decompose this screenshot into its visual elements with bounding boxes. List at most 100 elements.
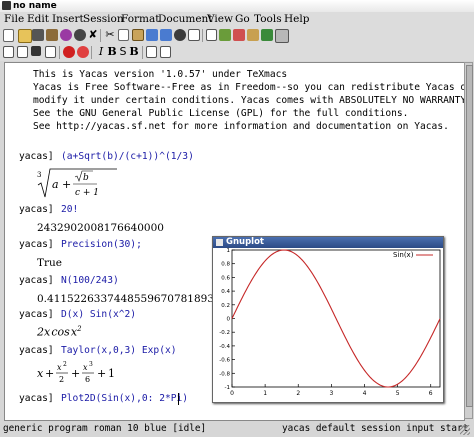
gnuplot-window-icon[interactable] [216, 239, 223, 246]
x-tick-label: 0 [230, 390, 234, 397]
session-input[interactable]: Precision(30); [61, 239, 142, 250]
preferences-icon[interactable] [60, 29, 72, 41]
svg-text:3: 3 [89, 361, 93, 368]
session-icon[interactable] [31, 46, 41, 56]
menu-file[interactable]: File [4, 13, 24, 26]
menu-session[interactable]: Session [83, 13, 124, 26]
toolbar-separator [91, 46, 92, 59]
toolbar-separator [202, 29, 203, 42]
session-input[interactable]: 20! [61, 204, 78, 215]
banner-line: Yacas is Free Software--Free as in Freed… [33, 82, 465, 93]
page-icon[interactable] [206, 29, 217, 41]
y-tick-label: 0.6 [221, 275, 230, 281]
blackboard-button[interactable]: B [128, 46, 140, 58]
banner-line: See http://yacas.sf.net for more informa… [33, 121, 449, 132]
menu-edit[interactable]: Edit [27, 13, 49, 26]
menu-document[interactable]: Document [158, 13, 213, 26]
y-tick-label: -0.2 [219, 330, 230, 336]
y-tick-label: 0.2 [221, 303, 230, 309]
y-tick-label: 0.4 [221, 289, 230, 295]
svg-text:a +: a + [52, 178, 71, 191]
paragraph-icon[interactable] [17, 46, 28, 58]
svg-text:x: x [83, 363, 88, 372]
y-tick-label: -0.4 [219, 344, 230, 350]
svg-text:1: 1 [108, 367, 115, 380]
radical-formula: 3 a + b c + 1 [37, 168, 117, 198]
palette-icon[interactable] [219, 29, 231, 41]
session-prompt: yacas] [19, 275, 54, 286]
session-prompt: yacas] [19, 309, 54, 320]
y-tick-label: -0.8 [219, 371, 230, 377]
session-prompt: yacas] [19, 151, 54, 162]
sine-plot: -1-0.8-0.6-0.4-0.200.20.40.60.81 0123456… [219, 248, 441, 397]
menu-insert[interactable]: Insert [52, 13, 84, 26]
svg-text:2: 2 [63, 361, 67, 368]
session-prompt: yacas] [19, 393, 54, 404]
session-prompt: yacas] [19, 204, 54, 215]
open-folder-icon[interactable] [18, 29, 32, 43]
list-icon[interactable] [45, 46, 56, 58]
save-icon[interactable] [32, 29, 44, 41]
resize-grip[interactable] [460, 425, 470, 435]
menu-go[interactable]: Go [235, 13, 250, 26]
app-icon[interactable] [2, 1, 11, 10]
session-input[interactable]: (a+Sqrt(b)/(c+1))^(1/3) [61, 151, 194, 162]
gnuplot-window[interactable]: Gnuplot -1 -0.8 -0.6 -0.4 -0.2 0 0.2 0.4 0.6 0.8 1… [212, 236, 444, 403]
new-document-icon[interactable] [3, 29, 14, 42]
fullscreen-icon[interactable] [188, 29, 200, 41]
session-prompt: yacas] [19, 239, 54, 250]
svg-text:x: x [37, 367, 44, 380]
undo-icon[interactable] [146, 29, 158, 41]
toolbar-separator [142, 46, 143, 59]
gnuplot-titlebar[interactable]: Gnuplot [213, 237, 443, 248]
brush-icon[interactable] [247, 29, 259, 41]
stop-icon[interactable] [63, 46, 75, 58]
session-prompt: yacas] [19, 345, 54, 356]
svg-text:+: + [45, 367, 54, 380]
session-input[interactable]: D(x) Sin(x^2) [61, 309, 136, 320]
svg-text:+: + [71, 367, 80, 380]
session-input[interactable]: N(100/243) [61, 275, 119, 286]
yacas-banner: This is Yacas version '1.0.57' under TeX… [33, 68, 465, 133]
menu-tools[interactable]: Tools [254, 13, 282, 26]
x-tick-label: 1 [263, 390, 267, 397]
left-align-icon[interactable] [146, 46, 157, 58]
window-title: no name [13, 1, 57, 11]
banner-line: This is Yacas version '1.0.57' under TeX… [33, 69, 288, 80]
svg-text:3: 3 [37, 171, 41, 179]
interrupt-icon[interactable] [77, 46, 89, 58]
vertical-scrollbar[interactable] [464, 62, 473, 419]
paste-icon[interactable] [132, 29, 144, 41]
section-icon[interactable] [3, 46, 14, 58]
x-tick-label: 5 [396, 390, 400, 397]
paint-icon[interactable] [233, 29, 245, 41]
svg-text:+: + [97, 367, 106, 380]
session-output-radical: 3 a + b c + 1 [37, 167, 117, 204]
scrollbar-thumb[interactable] [466, 65, 473, 407]
session-output: 2432902008176640000 [37, 222, 164, 234]
keyboard-icon[interactable] [275, 29, 289, 43]
y-tick-label: -0.6 [219, 358, 230, 364]
zoom-icon[interactable] [174, 29, 186, 41]
svg-text:b: b [83, 173, 89, 183]
menu-bar: File Edit Insert Session Format Document… [0, 12, 474, 27]
session-input[interactable]: Taylor(x,0,3) Exp(x) [61, 345, 177, 356]
print-icon[interactable] [46, 29, 58, 41]
toolbar-separator [100, 29, 101, 42]
bookmark-icon[interactable] [261, 29, 273, 41]
menu-format[interactable]: Format [121, 13, 160, 26]
export-icon[interactable] [74, 29, 86, 41]
redo-icon[interactable] [160, 29, 172, 41]
format-toolbar: I B S B [0, 44, 474, 61]
close-icon[interactable]: ✘ [87, 29, 99, 41]
banner-line: modify it under certain conditions. Yaca… [33, 95, 465, 106]
svg-text:x: x [57, 363, 62, 372]
menu-view[interactable]: View [207, 13, 233, 26]
menu-help[interactable]: Help [284, 13, 309, 26]
session-input[interactable]: Plot2D(Sin(x),0: 2*Pi) [61, 393, 188, 404]
center-align-icon[interactable] [160, 46, 171, 58]
cut-icon[interactable]: ✂ [104, 29, 116, 41]
svg-text:c + 1: c + 1 [75, 188, 99, 198]
text-cursor [178, 393, 179, 405]
copy-icon[interactable] [118, 29, 129, 41]
